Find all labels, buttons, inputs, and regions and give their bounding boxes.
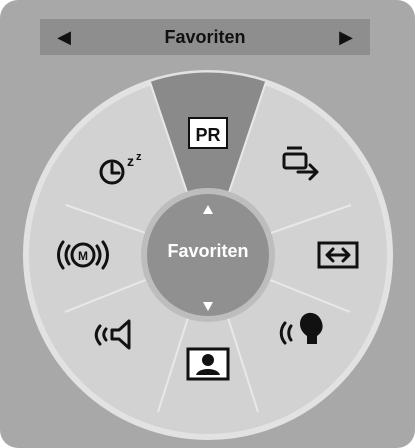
svg-text:z: z <box>127 153 134 169</box>
svg-text:PR: PR <box>195 125 220 145</box>
pr-icon[interactable]: PR <box>188 117 228 149</box>
center-label: Favoriten <box>167 241 249 261</box>
svg-text:z: z <box>136 151 142 163</box>
favorites-dial: PR M z z <box>23 70 393 440</box>
favorites-panel: ◀ Favoriten ▶ PR M z z Favoriten <box>0 0 415 448</box>
svg-text:M: M <box>78 249 88 263</box>
picture-mode-icon[interactable] <box>186 347 230 381</box>
